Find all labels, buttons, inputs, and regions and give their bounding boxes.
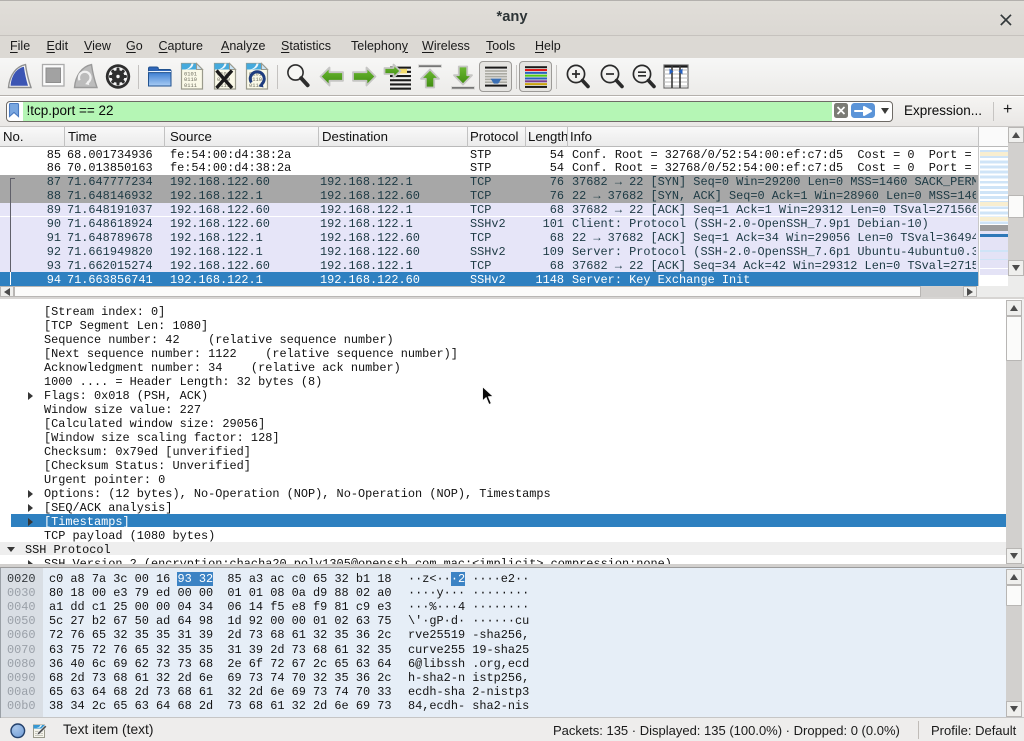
svg-text:0111: 0111 [184, 83, 197, 89]
